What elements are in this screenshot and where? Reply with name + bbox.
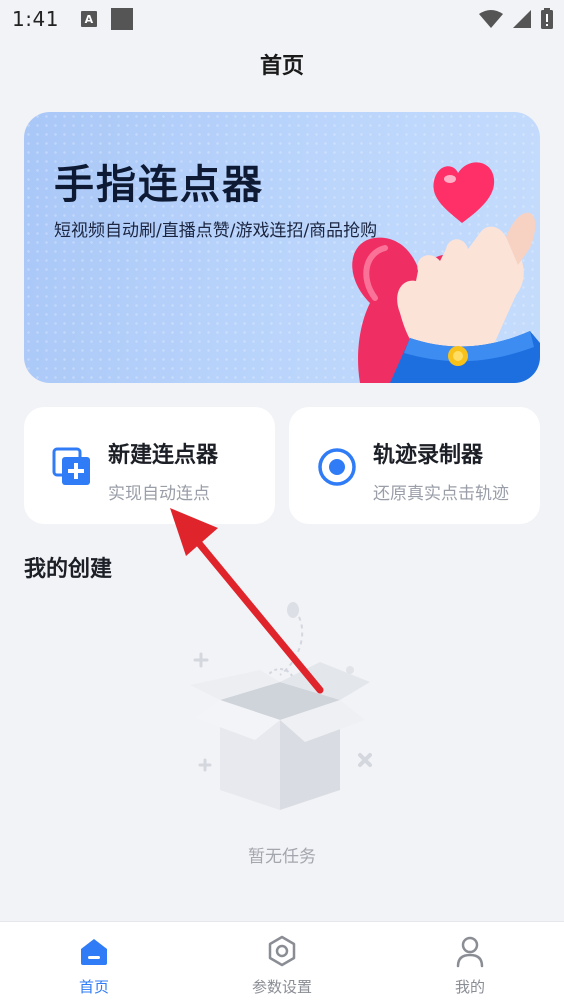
notification-square-icon xyxy=(110,8,133,30)
battery-icon xyxy=(541,8,553,29)
status-indicators xyxy=(478,8,554,30)
nav-item-settings[interactable]: 参数设置 xyxy=(188,922,376,1004)
status-bar: 1:41 A xyxy=(0,0,564,38)
nav-item-profile[interactable]: 我的 xyxy=(376,922,564,1004)
track-recorder-title: 轨迹录制器 xyxy=(373,443,484,468)
nav-label-profile: 我的 xyxy=(454,978,485,996)
new-clicker-description: 实现自动连点 xyxy=(108,484,210,504)
track-recorder-card[interactable]: 轨迹录制器 还原真实点击轨迹 xyxy=(289,407,540,524)
page-title: 首页 xyxy=(259,54,304,79)
promo-banner[interactable]: 手指连点器 短视频自动刷/直播点赞/游戏连招/商品抢购 xyxy=(24,112,540,383)
wifi-icon xyxy=(479,10,503,28)
new-clicker-text: 新建连点器 实现自动连点 xyxy=(108,437,218,504)
home-icon xyxy=(81,939,107,965)
new-clicker-card[interactable]: 新建连点器 实现自动连点 xyxy=(24,407,275,524)
signal-icon xyxy=(513,10,531,28)
profile-icon xyxy=(456,936,484,968)
banner-title: 手指连点器 xyxy=(54,162,264,208)
hexagon-settings-icon xyxy=(268,935,296,967)
track-recorder-text: 轨迹录制器 还原真实点击轨迹 xyxy=(373,437,509,504)
finger-heart-illustration xyxy=(352,162,540,383)
add-copy-icon xyxy=(52,447,90,485)
new-clicker-title: 新建连点器 xyxy=(108,443,219,468)
empty-state-text: 暂无任务 xyxy=(248,847,316,867)
nav-item-home[interactable]: 首页 xyxy=(0,922,188,1004)
nav-label-settings: 参数设置 xyxy=(251,978,312,996)
nav-label-home: 首页 xyxy=(78,978,109,996)
record-target-icon xyxy=(318,448,356,486)
notification-a-icon: A xyxy=(80,11,97,27)
bottom-navigation: 首页 参数设置 我的 xyxy=(0,921,564,1004)
track-recorder-description: 还原真实点击轨迹 xyxy=(373,484,509,504)
banner-subtitle: 短视频自动刷/直播点赞/游戏连招/商品抢购 xyxy=(54,221,378,241)
my-creations-heading: 我的创建 xyxy=(24,557,113,582)
empty-box-illustration xyxy=(190,602,372,810)
status-time: 1:41 xyxy=(12,7,59,31)
